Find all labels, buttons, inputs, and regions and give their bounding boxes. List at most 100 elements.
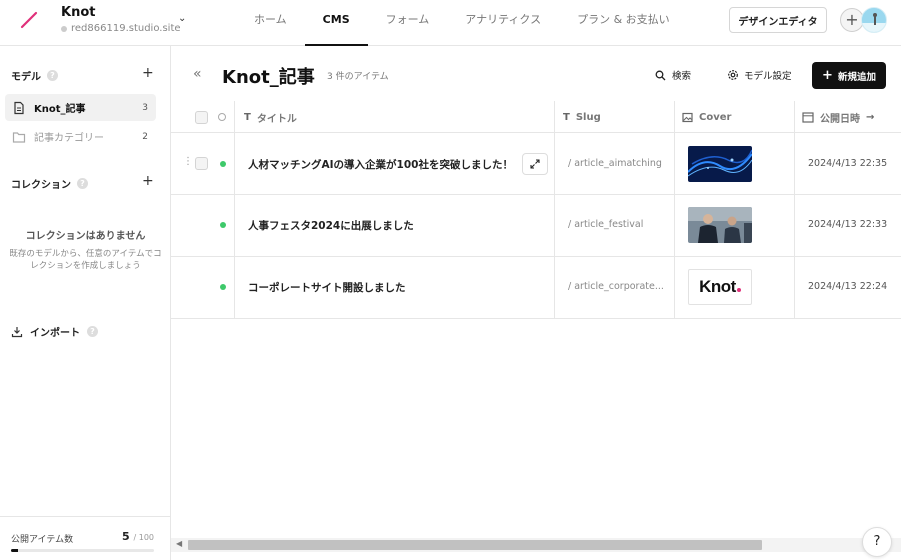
add-item-label: 新規追加 bbox=[837, 71, 876, 83]
logo-icon[interactable] bbox=[20, 11, 38, 29]
cell-title[interactable]: 人材マッチングAIの導入企業が100社を突破しました！ bbox=[248, 157, 520, 172]
main-content: « Knot_記事 3 件のアイテム 検索 モデル設定 + 新規追加 T タイト… bbox=[171, 46, 901, 560]
model-settings-button[interactable]: モデル設定 bbox=[727, 68, 792, 82]
cell-slug[interactable]: / article_corporate... bbox=[568, 281, 664, 292]
column-header-publish-date[interactable]: 公開日時 → bbox=[802, 101, 874, 133]
column-header-label: 公開日時 bbox=[820, 113, 860, 125]
avatar-image bbox=[862, 8, 886, 32]
select-all-checkbox[interactable] bbox=[195, 101, 208, 133]
cell-title[interactable]: 人事フェスタ2024に出展しました bbox=[248, 218, 520, 233]
collections-heading: コレクション ? bbox=[11, 176, 88, 191]
plus-icon: + bbox=[822, 67, 833, 83]
cell-slug[interactable]: / article_aimatching bbox=[568, 158, 664, 169]
collapse-sidebar-icon[interactable]: « bbox=[193, 66, 202, 82]
column-header-cover[interactable]: Cover bbox=[682, 101, 731, 133]
sidebar-item-count: 2 bbox=[142, 131, 148, 142]
cover-image-festival[interactable] bbox=[688, 207, 752, 243]
status-dot bbox=[220, 222, 226, 228]
cell-publish-date[interactable]: 2024/4/13 22:35 bbox=[808, 158, 887, 169]
sidebar: モデル ? + Knot_記事 3 記事カテゴリー 2 コレクション ? + コ… bbox=[0, 46, 171, 560]
sidebar-item-knot-articles[interactable]: Knot_記事 3 bbox=[5, 94, 156, 121]
blue-network-image bbox=[688, 146, 752, 182]
cell-publish-date[interactable]: 2024/4/13 22:24 bbox=[808, 281, 887, 292]
import-button[interactable]: インポート ? bbox=[11, 324, 98, 339]
item-count: 3 件のアイテム bbox=[327, 72, 389, 82]
help-icon[interactable]: ? bbox=[77, 178, 88, 189]
status-dot bbox=[220, 284, 226, 290]
tab-cms[interactable]: CMS bbox=[304, 0, 368, 46]
text-icon: T bbox=[563, 111, 570, 123]
document-icon bbox=[14, 101, 24, 114]
knot-logo-dot bbox=[736, 288, 741, 292]
cover-image-corporate[interactable]: Knot bbox=[688, 269, 752, 305]
add-item-button[interactable]: + 新規追加 bbox=[812, 62, 886, 89]
collections-label: コレクション bbox=[11, 180, 71, 191]
import-icon bbox=[11, 326, 23, 337]
top-bar: Knot red866119.studio.site ⌄ ホーム CMS フォー… bbox=[0, 0, 901, 46]
publish-usage: 公開アイテム数 5 / 100 bbox=[0, 516, 170, 560]
status-header-icon bbox=[218, 101, 226, 133]
table-row[interactable]: コーポレートサイト開設しました / article_corporate... K… bbox=[171, 257, 901, 319]
cover-image-ai[interactable] bbox=[688, 146, 752, 182]
tab-analytics[interactable]: アナリティクス bbox=[447, 0, 559, 46]
main-nav: ホーム CMS フォーム アナリティクス プラン & お支払い bbox=[236, 0, 688, 46]
publish-progress-fill bbox=[11, 549, 19, 552]
help-icon[interactable]: ? bbox=[47, 70, 58, 81]
site-status-dot bbox=[61, 25, 67, 32]
search-button[interactable]: 検索 bbox=[655, 68, 691, 82]
cell-title[interactable]: コーポレートサイト開設しました bbox=[248, 280, 520, 295]
tab-form[interactable]: フォーム bbox=[368, 0, 448, 46]
site-url-text: red866119.studio.site bbox=[71, 23, 181, 34]
site-url: red866119.studio.site bbox=[61, 23, 181, 34]
column-header-title[interactable]: T タイトル bbox=[244, 101, 297, 133]
publish-count-value: 5 bbox=[121, 530, 130, 543]
sort-arrow-icon[interactable]: → bbox=[866, 112, 874, 123]
image-icon bbox=[682, 112, 693, 122]
table-row[interactable]: ⋮ 人材マッチングAIの導入企業が100社を突破しました！ / article_… bbox=[171, 133, 901, 195]
calendar-icon bbox=[802, 112, 814, 123]
sidebar-item-article-category[interactable]: 記事カテゴリー 2 bbox=[5, 123, 156, 150]
add-collection-button[interactable]: + bbox=[142, 173, 154, 189]
sidebar-item-label: 記事カテゴリー bbox=[34, 133, 104, 144]
table-header: T タイトル T Slug Cover 公開日時 → bbox=[171, 101, 901, 133]
open-item-button[interactable] bbox=[522, 153, 548, 175]
publish-progress-bar bbox=[11, 549, 154, 552]
column-header-slug[interactable]: T Slug bbox=[563, 101, 601, 133]
help-icon[interactable]: ? bbox=[87, 326, 98, 337]
row-checkbox[interactable] bbox=[195, 157, 208, 170]
chevron-down-icon[interactable]: ⌄ bbox=[178, 13, 186, 24]
cell-publish-date[interactable]: 2024/4/13 22:33 bbox=[808, 219, 887, 230]
import-label: インポート bbox=[30, 328, 80, 339]
folder-icon bbox=[12, 131, 26, 143]
design-editor-button[interactable]: デザインエディタ bbox=[729, 7, 827, 33]
text-icon: T bbox=[244, 111, 251, 123]
publish-count: 5 / 100 bbox=[122, 530, 154, 543]
search-label: 検索 bbox=[672, 71, 692, 82]
scrollbar-thumb[interactable] bbox=[188, 540, 762, 550]
column-header-label: タイトル bbox=[256, 113, 297, 125]
column-header-label: Cover bbox=[699, 111, 732, 123]
search-icon bbox=[655, 70, 666, 80]
publish-count-limit: / 100 bbox=[133, 533, 154, 542]
sidebar-item-label: Knot_記事 bbox=[34, 104, 86, 115]
knot-logo-image: Knot bbox=[699, 277, 736, 296]
page-title: Knot_記事 bbox=[222, 67, 315, 88]
business-people-image bbox=[688, 207, 752, 243]
add-model-button[interactable]: + bbox=[142, 65, 154, 81]
status-dot bbox=[220, 161, 226, 167]
tab-home[interactable]: ホーム bbox=[236, 0, 305, 46]
drag-handle-icon[interactable]: ⋮ bbox=[183, 156, 193, 167]
horizontal-scrollbar[interactable]: ◀ bbox=[171, 538, 901, 552]
scroll-left-icon[interactable]: ◀ bbox=[176, 539, 182, 548]
empty-collections-title: コレクションはありません bbox=[25, 231, 146, 242]
cell-slug[interactable]: / article_festival bbox=[568, 219, 664, 230]
help-button[interactable]: ? bbox=[862, 527, 892, 557]
avatar[interactable] bbox=[861, 7, 887, 33]
models-label: モデル bbox=[11, 72, 41, 83]
site-name[interactable]: Knot bbox=[61, 5, 95, 20]
expand-icon bbox=[530, 159, 540, 169]
tab-plan-billing[interactable]: プラン & お支払い bbox=[559, 0, 688, 46]
models-heading: モデル ? bbox=[11, 68, 58, 83]
table-row[interactable]: 人事フェスタ2024に出展しました / article_festival 202… bbox=[171, 195, 901, 257]
empty-collections-description: 既存のモデルから、任意のアイテムでコレクションを作成しましょう bbox=[9, 249, 162, 271]
